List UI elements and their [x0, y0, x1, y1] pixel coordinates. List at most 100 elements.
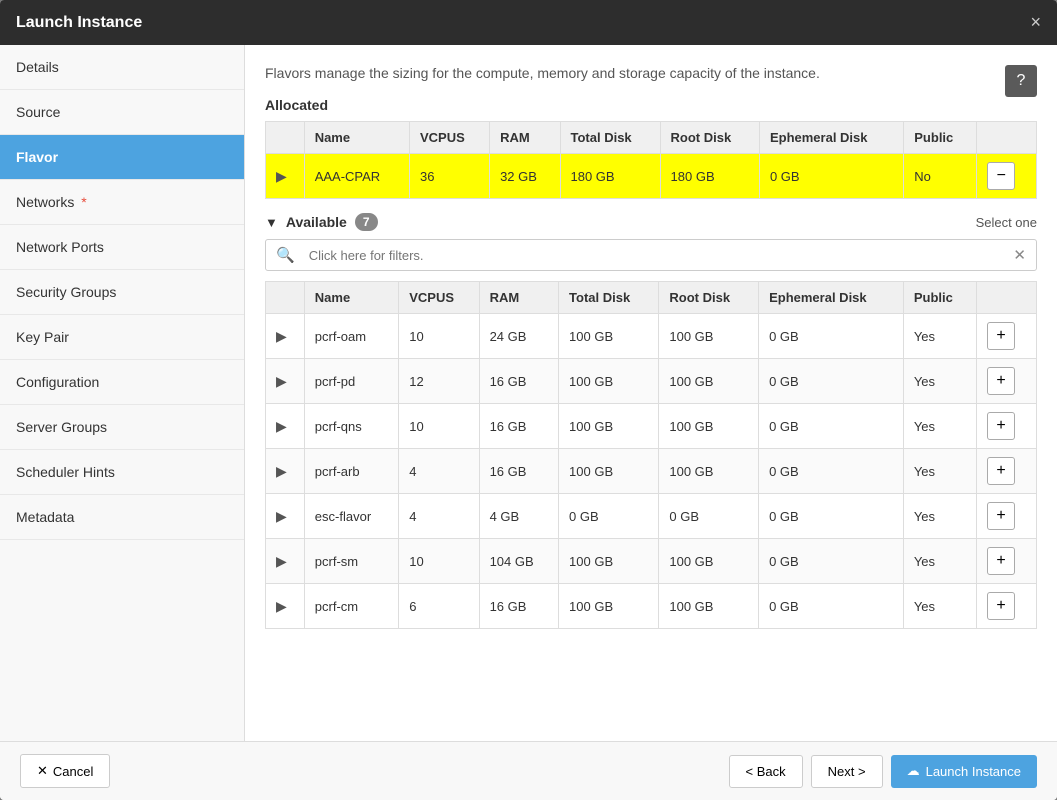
col-header-root-disk: Root Disk: [660, 122, 759, 154]
next-button[interactable]: Next >: [811, 755, 883, 788]
sidebar-item-configuration[interactable]: Configuration: [0, 360, 244, 405]
main-content: Flavors manage the sizing for the comput…: [245, 45, 1057, 741]
avail-name-4: esc-flavor: [304, 494, 398, 539]
avail-action-cell-2: +: [977, 404, 1037, 449]
avail-col-name: Name: [304, 282, 398, 314]
allocated-table: Name VCPUS RAM Total Disk Root Disk Ephe…: [265, 121, 1037, 199]
avail-root-disk-0: 100 GB: [659, 314, 759, 359]
col-header-expand: [266, 122, 305, 154]
allocated-ephemeral-disk: 0 GB: [759, 154, 903, 199]
avail-expand-button-4[interactable]: ▶: [276, 508, 287, 525]
col-header-total-disk: Total Disk: [560, 122, 660, 154]
avail-ram-3: 16 GB: [479, 449, 558, 494]
help-button[interactable]: ?: [1005, 65, 1037, 97]
avail-add-button-1[interactable]: +: [987, 367, 1015, 395]
avail-expand-button-2[interactable]: ▶: [276, 418, 287, 435]
avail-ram-0: 24 GB: [479, 314, 558, 359]
avail-expand-button-5[interactable]: ▶: [276, 553, 287, 570]
avail-action-cell-1: +: [977, 359, 1037, 404]
avail-ram-4: 4 GB: [479, 494, 558, 539]
avail-expand-button-3[interactable]: ▶: [276, 463, 287, 480]
avail-col-ephemeral-disk: Ephemeral Disk: [759, 282, 904, 314]
sidebar-item-metadata[interactable]: Metadata: [0, 495, 244, 540]
avail-name-2: pcrf-qns: [304, 404, 398, 449]
sidebar-item-source[interactable]: Source: [0, 90, 244, 135]
back-button[interactable]: < Back: [729, 755, 803, 788]
sidebar-item-network-ports[interactable]: Network Ports: [0, 225, 244, 270]
sidebar-item-details[interactable]: Details: [0, 45, 244, 90]
avail-public-3: Yes: [903, 449, 976, 494]
select-one-label: Select one: [976, 215, 1037, 230]
avail-vcpus-0: 10: [399, 314, 479, 359]
sidebar-item-flavor[interactable]: Flavor: [0, 135, 244, 180]
available-table-row: ▶ pcrf-sm 10 104 GB 100 GB 100 GB 0 GB Y…: [266, 539, 1037, 584]
cancel-button[interactable]: ✕ Cancel: [20, 754, 110, 788]
available-left: ▼ Available 7: [265, 213, 378, 231]
avail-action-cell-3: +: [977, 449, 1037, 494]
avail-action-cell-6: +: [977, 584, 1037, 629]
chevron-down-icon: ▼: [265, 215, 278, 230]
sidebar-item-networks[interactable]: Networks *: [0, 180, 244, 225]
filter-clear-button[interactable]: ✕: [1003, 240, 1036, 270]
avail-add-button-6[interactable]: +: [987, 592, 1015, 620]
filter-input[interactable]: [305, 242, 1004, 269]
avail-name-0: pcrf-oam: [304, 314, 398, 359]
launch-label: Launch Instance: [926, 764, 1021, 779]
sidebar-item-scheduler-hints[interactable]: Scheduler Hints: [0, 450, 244, 495]
networks-required-marker: *: [81, 194, 86, 210]
avail-vcpus-1: 12: [399, 359, 479, 404]
avail-public-0: Yes: [903, 314, 976, 359]
avail-expand-button-0[interactable]: ▶: [276, 328, 287, 345]
avail-root-disk-2: 100 GB: [659, 404, 759, 449]
avail-root-disk-4: 0 GB: [659, 494, 759, 539]
sidebar-item-security-groups[interactable]: Security Groups: [0, 270, 244, 315]
avail-name-3: pcrf-arb: [304, 449, 398, 494]
avail-col-ram: RAM: [479, 282, 558, 314]
avail-add-button-2[interactable]: +: [987, 412, 1015, 440]
avail-name-6: pcrf-cm: [304, 584, 398, 629]
avail-expand-cell-0: ▶: [266, 314, 305, 359]
launch-instance-modal: Launch Instance × Details Source Flavor …: [0, 0, 1057, 800]
allocated-action-cell: −: [977, 154, 1037, 199]
modal-body: Details Source Flavor Networks * Network…: [0, 45, 1057, 741]
avail-col-root-disk: Root Disk: [659, 282, 759, 314]
available-header: ▼ Available 7 Select one: [265, 213, 1037, 231]
available-table-row: ▶ pcrf-pd 12 16 GB 100 GB 100 GB 0 GB Ye…: [266, 359, 1037, 404]
avail-vcpus-6: 6: [399, 584, 479, 629]
modal-header: Launch Instance ×: [0, 0, 1057, 45]
allocated-expand-button[interactable]: ▶: [276, 168, 287, 185]
avail-expand-cell-5: ▶: [266, 539, 305, 584]
available-table-row: ▶ esc-flavor 4 4 GB 0 GB 0 GB 0 GB Yes +: [266, 494, 1037, 539]
avail-root-disk-3: 100 GB: [659, 449, 759, 494]
allocated-remove-button[interactable]: −: [987, 162, 1015, 190]
available-table-row: ▶ pcrf-arb 4 16 GB 100 GB 100 GB 0 GB Ye…: [266, 449, 1037, 494]
avail-name-5: pcrf-sm: [304, 539, 398, 584]
avail-expand-cell-4: ▶: [266, 494, 305, 539]
avail-expand-button-6[interactable]: ▶: [276, 598, 287, 615]
avail-col-total-disk: Total Disk: [559, 282, 659, 314]
avail-add-button-4[interactable]: +: [987, 502, 1015, 530]
cloud-icon: ☁: [907, 763, 920, 779]
avail-vcpus-5: 10: [399, 539, 479, 584]
sidebar-item-server-groups[interactable]: Server Groups: [0, 405, 244, 450]
allocated-expand-cell: ▶: [266, 154, 305, 199]
avail-public-4: Yes: [903, 494, 976, 539]
allocated-total-disk: 180 GB: [560, 154, 660, 199]
available-table-row: ▶ pcrf-oam 10 24 GB 100 GB 100 GB 0 GB Y…: [266, 314, 1037, 359]
avail-root-disk-1: 100 GB: [659, 359, 759, 404]
avail-add-button-5[interactable]: +: [987, 547, 1015, 575]
cancel-x-icon: ✕: [37, 763, 48, 779]
description-text: Flavors manage the sizing for the comput…: [265, 65, 820, 81]
modal-close-button[interactable]: ×: [1030, 12, 1041, 33]
avail-public-2: Yes: [903, 404, 976, 449]
launch-button[interactable]: ☁ Launch Instance: [891, 755, 1037, 788]
avail-total-disk-1: 100 GB: [559, 359, 659, 404]
available-table-row: ▶ pcrf-cm 6 16 GB 100 GB 100 GB 0 GB Yes…: [266, 584, 1037, 629]
sidebar-item-key-pair[interactable]: Key Pair: [0, 315, 244, 360]
avail-add-button-0[interactable]: +: [987, 322, 1015, 350]
avail-add-button-3[interactable]: +: [987, 457, 1015, 485]
col-header-ram: RAM: [490, 122, 560, 154]
avail-ephemeral-disk-5: 0 GB: [759, 539, 904, 584]
avail-ram-1: 16 GB: [479, 359, 558, 404]
avail-expand-button-1[interactable]: ▶: [276, 373, 287, 390]
